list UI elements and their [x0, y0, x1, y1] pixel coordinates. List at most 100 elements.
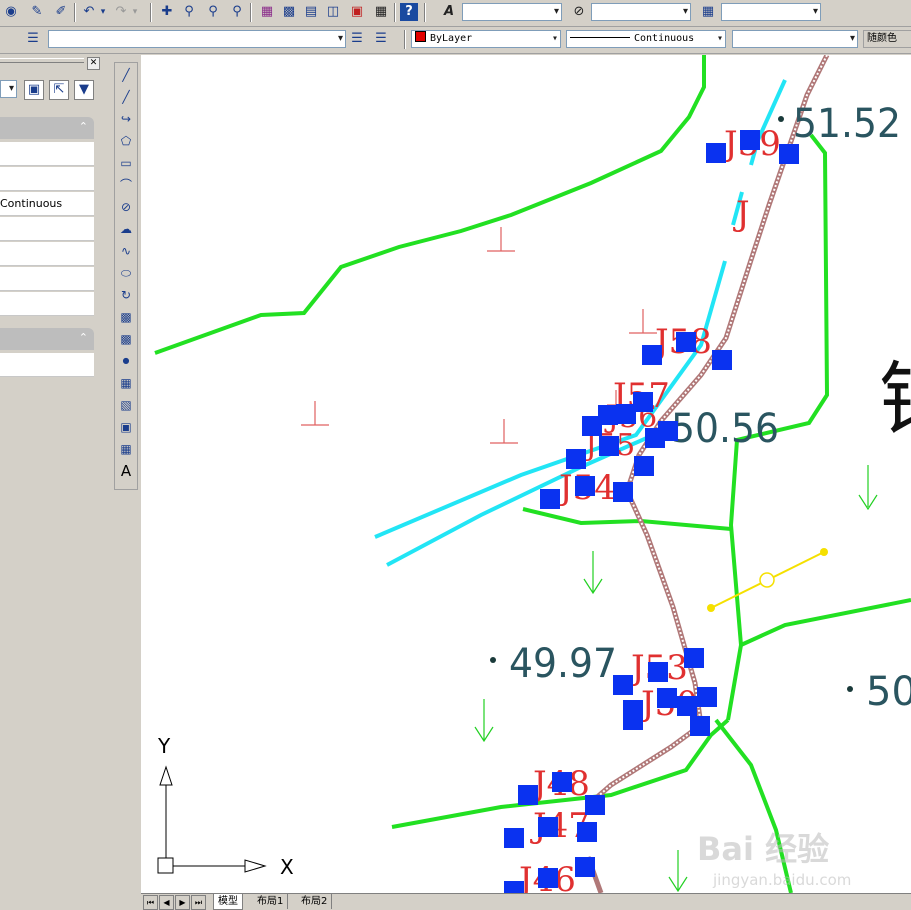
- tool-palettes-icon[interactable]: ▤: [302, 3, 320, 21]
- multiline-text-icon[interactable]: A: [117, 462, 135, 480]
- node-square[interactable]: [504, 881, 524, 893]
- node-square[interactable]: [585, 795, 605, 815]
- node-square[interactable]: [518, 785, 538, 805]
- redo-dropdown-icon[interactable]: ▾: [130, 3, 140, 21]
- prev-tab-icon[interactable]: ◀: [159, 895, 174, 910]
- collapse-icon[interactable]: ⌃: [79, 120, 88, 133]
- node-square[interactable]: [540, 489, 560, 509]
- property-row[interactable]: [0, 142, 94, 166]
- flow-arrow[interactable]: [474, 699, 494, 743]
- node-square[interactable]: [706, 143, 726, 163]
- layer-previous-icon[interactable]: ☰: [372, 30, 390, 48]
- property-row[interactable]: [0, 353, 94, 377]
- rectangle-icon[interactable]: ▭: [117, 154, 135, 172]
- node-square[interactable]: [657, 688, 677, 708]
- node-square[interactable]: [712, 350, 732, 370]
- node-square[interactable]: [613, 482, 633, 502]
- node-square[interactable]: [538, 868, 558, 888]
- survey-symbol[interactable]: [301, 401, 329, 426]
- line-icon[interactable]: ╱: [117, 66, 135, 84]
- lineweight-combo[interactable]: ▾: [732, 30, 858, 48]
- construction-line-icon[interactable]: ╱: [117, 88, 135, 106]
- zoom-window-icon[interactable]: ⚲: [204, 3, 222, 21]
- survey-symbol[interactable]: [629, 309, 657, 334]
- undo-icon[interactable]: ↶: [80, 3, 98, 21]
- quick-select-icon[interactable]: ▼: [74, 80, 94, 100]
- elevation-point[interactable]: [847, 686, 853, 692]
- flow-arrow[interactable]: [668, 850, 688, 893]
- node-square[interactable]: [575, 857, 595, 877]
- road-line[interactable]: [154, 55, 706, 355]
- node-square[interactable]: [684, 648, 704, 668]
- text-style-icon[interactable]: A: [440, 3, 458, 21]
- elevation-point[interactable]: [778, 116, 784, 122]
- node-square[interactable]: [504, 828, 524, 848]
- plotstyle-combo[interactable]: 随颜色: [863, 30, 911, 48]
- node-square[interactable]: [634, 456, 654, 476]
- match-properties-icon[interactable]: ✐: [52, 3, 70, 21]
- node-square[interactable]: [623, 710, 643, 730]
- table-icon[interactable]: ▦: [117, 440, 135, 458]
- yellow-point[interactable]: [759, 572, 775, 588]
- tab-layout2[interactable]: 布局2: [297, 894, 333, 909]
- node-square[interactable]: [690, 716, 710, 736]
- node-square[interactable]: [575, 476, 595, 496]
- yellow-point[interactable]: [820, 548, 828, 556]
- help-icon[interactable]: ?: [400, 3, 418, 21]
- redo-icon[interactable]: ↷: [112, 3, 130, 21]
- zoom-previous-icon[interactable]: ⚲: [228, 3, 246, 21]
- make-current-layer-icon[interactable]: ☰: [348, 30, 366, 48]
- drawing-canvas[interactable]: 51.52 50.56 49.97 50 锚 J59 J58 J57 J56 J…: [141, 55, 911, 893]
- general-section-header[interactable]: ⌃: [0, 117, 94, 139]
- ellipse-icon[interactable]: ⬭: [117, 264, 135, 282]
- node-square[interactable]: [648, 662, 668, 682]
- layer-manager-icon[interactable]: ☰: [24, 30, 42, 48]
- node-square[interactable]: [577, 822, 597, 842]
- polygon-icon[interactable]: ⬠: [117, 132, 135, 150]
- node-square[interactable]: [552, 772, 572, 792]
- property-row[interactable]: [0, 217, 94, 241]
- revision-cloud-icon[interactable]: ☁: [117, 220, 135, 238]
- dimension-style-icon[interactable]: ⊘: [570, 3, 588, 21]
- sheet-set-icon[interactable]: ◫: [324, 3, 342, 21]
- brush-icon[interactable]: ✎: [28, 3, 46, 21]
- last-tab-icon[interactable]: ⏭: [191, 895, 206, 910]
- arc-icon[interactable]: ⌒: [117, 176, 135, 194]
- node-square[interactable]: [566, 449, 586, 469]
- properties-icon[interactable]: ▦: [258, 3, 276, 21]
- node-square[interactable]: [599, 436, 619, 456]
- node-square[interactable]: [779, 144, 799, 164]
- calculator-icon[interactable]: ▦: [372, 3, 390, 21]
- zoom-realtime-icon[interactable]: ⚲: [180, 3, 198, 21]
- select-objects-icon[interactable]: ⇱: [49, 80, 69, 100]
- node-square[interactable]: [642, 345, 662, 365]
- polyline-icon[interactable]: ↪: [117, 110, 135, 128]
- road-line[interactable]: [740, 598, 911, 647]
- undo-dropdown-icon[interactable]: ▾: [98, 3, 108, 21]
- text-style-combo[interactable]: ▾: [462, 3, 562, 21]
- tab-model[interactable]: 模型: [213, 894, 243, 910]
- hatch-icon[interactable]: ▦: [117, 374, 135, 392]
- node-square[interactable]: [658, 421, 678, 441]
- property-row[interactable]: [0, 242, 94, 266]
- node-square[interactable]: [740, 130, 760, 150]
- flow-arrow[interactable]: [858, 465, 878, 511]
- color-combo[interactable]: ByLayer ▾: [411, 30, 561, 48]
- elevation-point[interactable]: [490, 657, 496, 663]
- markup-icon[interactable]: ▣: [348, 3, 366, 21]
- node-square[interactable]: [598, 405, 618, 425]
- linetype-combo[interactable]: Continuous ▾: [566, 30, 726, 48]
- node-square[interactable]: [538, 817, 558, 837]
- design-center-icon[interactable]: ▩: [280, 3, 298, 21]
- close-icon[interactable]: ✕: [87, 57, 100, 70]
- ellipse-arc-icon[interactable]: ↻: [117, 286, 135, 304]
- node-square[interactable]: [697, 687, 717, 707]
- survey-symbol[interactable]: [490, 419, 518, 444]
- property-row[interactable]: [0, 167, 94, 191]
- node-square[interactable]: [613, 675, 633, 695]
- flow-arrow[interactable]: [583, 551, 603, 595]
- region-icon[interactable]: ▣: [117, 418, 135, 436]
- insert-block-icon[interactable]: ▩: [117, 308, 135, 326]
- 3d-visualization-section-header[interactable]: ⌃: [0, 328, 94, 350]
- survey-symbol[interactable]: [487, 227, 515, 252]
